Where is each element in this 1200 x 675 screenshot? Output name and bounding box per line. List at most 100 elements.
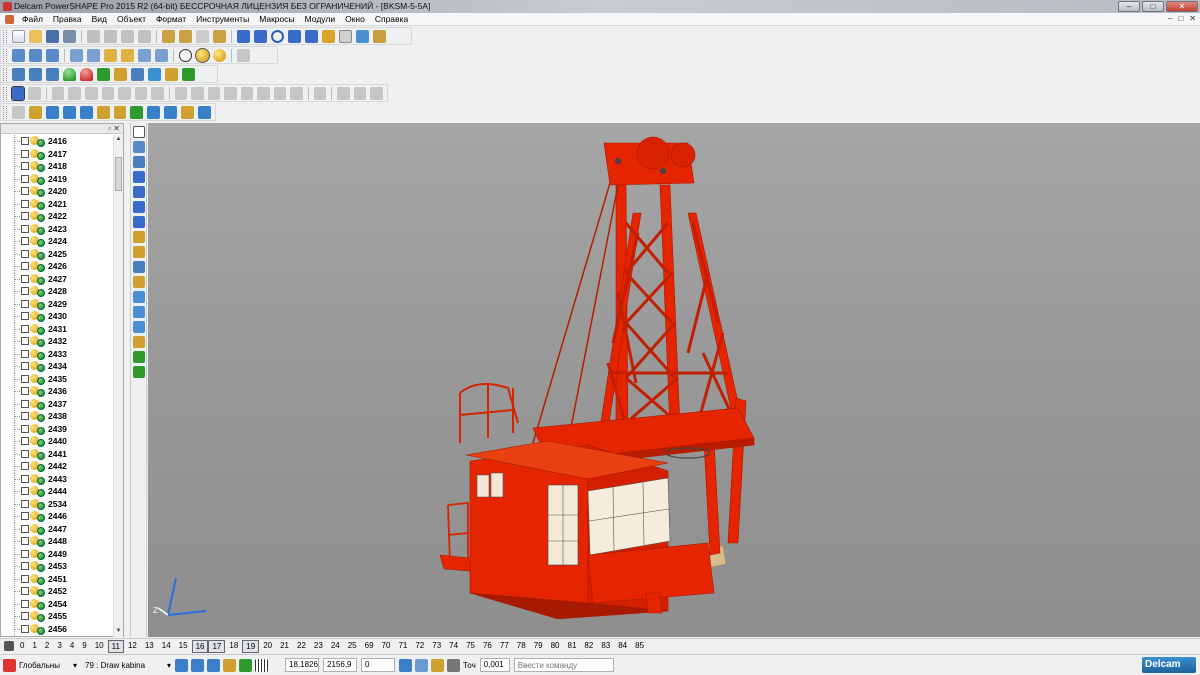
box-icon[interactable] (114, 67, 127, 81)
menu-modules[interactable]: Модули (300, 13, 340, 26)
status-dot-icon[interactable] (37, 364, 45, 372)
status-dot-icon[interactable] (37, 601, 45, 610)
blend-icon[interactable] (181, 105, 195, 119)
paste-icon[interactable] (121, 29, 134, 43)
menu-object[interactable]: Объект (112, 13, 151, 26)
expand-icon[interactable] (21, 399, 29, 408)
status-dot-icon[interactable] (37, 351, 45, 360)
graphics-viewport[interactable]: Z (148, 123, 1200, 637)
level-button[interactable]: 73 (428, 640, 445, 653)
tree-item[interactable]: 2449 (1, 547, 114, 561)
expand-icon[interactable] (21, 474, 29, 483)
level-button[interactable]: 69 (361, 640, 378, 653)
grid-icon[interactable] (255, 658, 269, 672)
tree-item[interactable]: 2419 (1, 172, 114, 186)
tree-item[interactable]: 2420 (1, 185, 114, 198)
expand-icon[interactable] (21, 212, 29, 220)
rotate-tool-icon[interactable] (133, 201, 145, 213)
extrude-icon[interactable] (130, 105, 144, 119)
circle-icon[interactable] (271, 29, 284, 43)
status-dot-icon[interactable] (37, 176, 45, 185)
selection-icon[interactable] (239, 658, 253, 672)
menu-help[interactable]: Справка (370, 13, 413, 26)
tree-scrollbar[interactable]: ▲ ▼ (113, 135, 123, 637)
feature-icon-13[interactable] (257, 86, 270, 100)
status-dot-icon[interactable] (37, 526, 45, 535)
undo-icon[interactable] (162, 29, 175, 43)
status-dot-icon[interactable] (37, 301, 45, 310)
expand-icon[interactable] (21, 249, 29, 258)
revolve-icon[interactable] (147, 105, 161, 119)
status-dot-icon[interactable] (37, 426, 45, 435)
zoom-out-icon[interactable] (138, 48, 151, 62)
shell-icon[interactable] (198, 105, 212, 119)
tree-item[interactable]: 2416 (1, 135, 114, 148)
level-button[interactable]: 21 (276, 640, 293, 653)
copy-tool-icon[interactable] (133, 171, 145, 183)
save-icon[interactable] (46, 29, 59, 43)
level-button[interactable]: 85 (631, 640, 648, 653)
level-button[interactable]: 17 (208, 639, 226, 653)
status-dot-icon[interactable] (37, 214, 45, 222)
tree-item[interactable]: 2421 (1, 197, 114, 211)
rotate-icon[interactable] (70, 48, 83, 62)
expand-icon[interactable] (21, 149, 29, 158)
layers-icon[interactable] (46, 67, 59, 81)
globe-icon[interactable] (179, 48, 192, 62)
level-button[interactable]: 74 (445, 640, 462, 653)
menu-window[interactable]: Окно (340, 13, 370, 26)
level-button[interactable]: 82 (580, 640, 597, 653)
tree-item[interactable]: 2424 (1, 235, 114, 248)
level-button[interactable]: 11 (107, 639, 124, 653)
status-dot-icon[interactable] (37, 476, 45, 485)
torus-icon[interactable] (96, 105, 110, 119)
zoom-window-icon[interactable] (121, 48, 134, 62)
level-button[interactable]: 83 (597, 640, 614, 653)
expand-icon[interactable] (21, 574, 29, 583)
level-button[interactable]: 71 (394, 640, 411, 653)
polar-mode-icon[interactable] (431, 658, 445, 672)
axis-icon[interactable] (28, 105, 42, 119)
level-button[interactable]: 72 (411, 640, 428, 653)
tree-item[interactable]: 2418 (1, 160, 114, 173)
status-dot-icon[interactable] (37, 539, 45, 547)
tree-item[interactable]: 2431 (1, 322, 114, 336)
expand-icon[interactable] (21, 324, 29, 333)
status-dot-icon[interactable] (37, 489, 45, 497)
menu-macros[interactable]: Макросы (254, 13, 299, 26)
measure-icon[interactable] (213, 29, 226, 43)
feature-icon-9[interactable] (191, 86, 204, 100)
x-coordinate-field[interactable]: 18,1826 (285, 658, 320, 672)
print-icon[interactable] (63, 29, 76, 43)
tree-item[interactable]: 2433 (1, 347, 114, 361)
expand-icon[interactable] (21, 537, 29, 545)
expand-icon[interactable] (21, 262, 29, 270)
status-dot-icon[interactable] (37, 151, 45, 160)
expand-icon[interactable] (21, 387, 29, 395)
cone-icon[interactable] (79, 105, 93, 119)
component-icon[interactable] (182, 67, 195, 81)
menu-view[interactable]: Вид (87, 13, 112, 26)
light-icon[interactable] (213, 48, 226, 62)
pan-icon[interactable] (87, 48, 100, 62)
expand-icon[interactable] (21, 549, 29, 558)
select-mode-icon[interactable] (10, 85, 26, 101)
mdi-minimize-button[interactable]: – (1168, 14, 1172, 23)
scroll-up-icon[interactable]: ▲ (115, 136, 122, 144)
offset-tool-icon[interactable] (133, 246, 145, 258)
tree-item[interactable]: 2437 (1, 397, 114, 411)
level-button[interactable]: 78 (513, 640, 530, 653)
tree-item[interactable]: 2452 (1, 585, 114, 598)
scissors-icon[interactable] (237, 48, 250, 62)
status-dot-icon[interactable] (37, 501, 45, 510)
status-dot-icon[interactable] (37, 401, 45, 410)
status-dot-icon[interactable] (37, 376, 45, 385)
level-button[interactable]: 22 (293, 640, 310, 653)
tree-item[interactable]: 2428 (1, 285, 114, 298)
tree-item[interactable]: 2435 (1, 372, 114, 386)
expand-icon[interactable] (21, 199, 29, 208)
tree-item[interactable]: 2426 (1, 260, 114, 273)
calculator-icon[interactable] (447, 658, 461, 672)
level-button[interactable]: 75 (462, 640, 479, 653)
level-button[interactable]: 20 (259, 640, 276, 653)
